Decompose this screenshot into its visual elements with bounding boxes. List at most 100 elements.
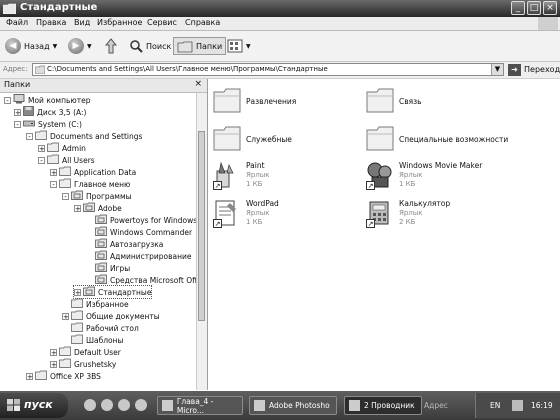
expand-icon[interactable]: +	[50, 360, 57, 368]
tree-node[interactable]: + Admin	[38, 142, 86, 154]
tree-node[interactable]: Шаблоны	[62, 334, 123, 346]
file-item[interactable]: ↗ WordPad Ярлык 1 КБ	[213, 199, 363, 233]
quicklaunch-desktop-icon[interactable]	[118, 399, 130, 411]
expand-icon[interactable]: +	[26, 372, 33, 380]
quicklaunch-ie-icon[interactable]	[84, 399, 96, 411]
file-item[interactable]: Служебные	[213, 125, 363, 159]
file-item[interactable]: ↗ Paint Ярлык 1 КБ	[213, 161, 363, 195]
tree-node[interactable]: + Default User	[50, 346, 121, 358]
views-icon	[227, 39, 243, 53]
file-item[interactable]: ↗ Калькулятор Ярлык 2 КБ	[366, 199, 516, 233]
scrollbar-thumb[interactable]	[198, 131, 205, 321]
folder-icon	[47, 142, 59, 154]
up-button[interactable]	[104, 37, 118, 55]
expand-icon[interactable]: +	[50, 168, 57, 176]
menu-favorites[interactable]: Избранное	[97, 18, 142, 27]
start-button[interactable]: пуск	[0, 393, 68, 418]
expand-icon[interactable]: +	[74, 204, 81, 212]
expand-icon[interactable]: +	[14, 108, 21, 116]
minimize-button[interactable]: _	[511, 1, 525, 15]
file-item-name: Связь	[399, 97, 422, 106]
collapse-icon[interactable]: -	[38, 156, 45, 164]
window-title: Стандартные	[20, 2, 98, 13]
search-button[interactable]: Поиск	[129, 37, 171, 55]
task-photoshop[interactable]: Adobe Photosho	[249, 396, 337, 415]
tree-node[interactable]: + Общие документы	[62, 310, 160, 322]
folder-icon	[47, 154, 59, 166]
file-item[interactable]: Связь	[366, 87, 516, 121]
tree-node-label: Диск 3,5 (A:)	[37, 107, 87, 117]
collapse-icon[interactable]: -	[14, 120, 21, 128]
menu-tools[interactable]: Сервис	[147, 18, 177, 27]
forward-dropdown-icon[interactable]: ▼	[87, 43, 92, 50]
folders-button[interactable]: Папки	[173, 37, 227, 55]
tree-node[interactable]: + Office XP 3BS	[26, 370, 101, 382]
tray-icon[interactable]	[512, 400, 523, 411]
forward-button[interactable]: ▶ ▼	[68, 37, 92, 55]
expand-icon[interactable]: +	[62, 312, 69, 320]
tree-scrollbar[interactable]	[196, 93, 207, 390]
tree-node[interactable]: Администрирование	[86, 250, 192, 262]
expand-icon[interactable]: +	[74, 288, 81, 296]
tree-node[interactable]: - Программы	[62, 190, 132, 202]
title-bar[interactable]: Стандартные _ □ ×	[0, 0, 560, 17]
back-dropdown-icon[interactable]: ▼	[53, 43, 58, 50]
go-button[interactable]: ➜ Переход	[508, 63, 560, 76]
file-item[interactable]: ↗ Windows Movie Maker Ярлык 1 КБ	[366, 161, 516, 195]
quicklaunch-media-icon[interactable]	[135, 399, 147, 411]
tree-node[interactable]: - Главное меню	[50, 178, 130, 190]
menu-bar: Файл Правка Вид Избранное Сервис Справка	[0, 17, 560, 31]
tree-node[interactable]: Powertoys for Windows X	[86, 214, 196, 226]
tree-node[interactable]: + Application Data	[50, 166, 136, 178]
tree-node-label: Default User	[74, 347, 121, 357]
tree-node[interactable]: + Диск 3,5 (A:)	[14, 106, 86, 118]
windows-flag-icon	[7, 399, 20, 411]
quicklaunch-outlook-icon[interactable]	[101, 399, 113, 411]
tree-node[interactable]: Средства Microsoft Offic	[86, 274, 196, 286]
tree-node-label: Grushetsky	[74, 359, 117, 369]
tree-node[interactable]: Windows Commander	[86, 226, 192, 238]
tree-node[interactable]: + Стандартные	[72, 285, 153, 299]
task-word[interactable]: Глава_4 - Micro...	[157, 396, 243, 415]
tree-node-label: Office XP 3BS	[50, 371, 101, 381]
views-button[interactable]: ▼	[227, 37, 251, 55]
tree-node[interactable]: Игры	[86, 262, 130, 274]
address-dropdown-icon[interactable]: ▼	[491, 64, 503, 75]
task-explorer[interactable]: 2 Проводник	[344, 396, 422, 415]
programs-folder-icon	[95, 274, 107, 286]
file-item-name: Windows Movie Maker	[399, 161, 483, 170]
menu-help[interactable]: Справка	[185, 18, 220, 27]
views-dropdown-icon[interactable]: ▼	[246, 43, 251, 50]
tree-node[interactable]: - All Users	[38, 154, 95, 166]
language-indicator[interactable]: EN	[490, 401, 500, 410]
collapse-icon[interactable]: -	[62, 192, 69, 200]
collapse-icon[interactable]: -	[26, 132, 33, 140]
tree-node[interactable]: - System (C:)	[14, 118, 82, 130]
tree-node[interactable]: - Documents and Settings	[26, 130, 142, 142]
close-button[interactable]: ×	[543, 1, 557, 15]
collapse-icon[interactable]: -	[50, 180, 57, 188]
expand-icon[interactable]: +	[50, 348, 57, 356]
menu-file[interactable]: Файл	[6, 18, 28, 27]
tree-node[interactable]: Избранное	[62, 298, 129, 310]
menu-view[interactable]: Вид	[74, 18, 90, 27]
close-pane-icon[interactable]: ×	[194, 79, 202, 89]
expand-icon[interactable]: +	[38, 144, 45, 152]
tree-node[interactable]: + Adobe	[74, 202, 122, 214]
collapse-icon[interactable]: -	[4, 96, 11, 104]
taskbar-address-label[interactable]: Адрес	[424, 401, 448, 410]
maximize-button[interactable]: □	[527, 1, 541, 15]
tree-node[interactable]: Автозагрузка	[86, 238, 163, 250]
file-item[interactable]: Развлечения	[213, 87, 363, 121]
tree-node[interactable]: - Мой компьютер	[4, 94, 90, 106]
address-input[interactable]: C:\Documents and Settings\All Users\Глав…	[32, 63, 504, 76]
tree-node[interactable]: Рабочий стол	[62, 322, 139, 334]
tree-node[interactable]: + Grushetsky	[50, 358, 116, 370]
menu-edit[interactable]: Правка	[36, 18, 66, 27]
file-item[interactable]: Специальные возможности	[366, 125, 516, 159]
programs-folder-icon	[83, 286, 95, 298]
go-arrow-icon: ➜	[508, 63, 521, 76]
back-button[interactable]: ◀ Назад ▼	[5, 37, 57, 55]
clock: 16:19	[531, 401, 553, 410]
folder-icon	[35, 65, 45, 74]
